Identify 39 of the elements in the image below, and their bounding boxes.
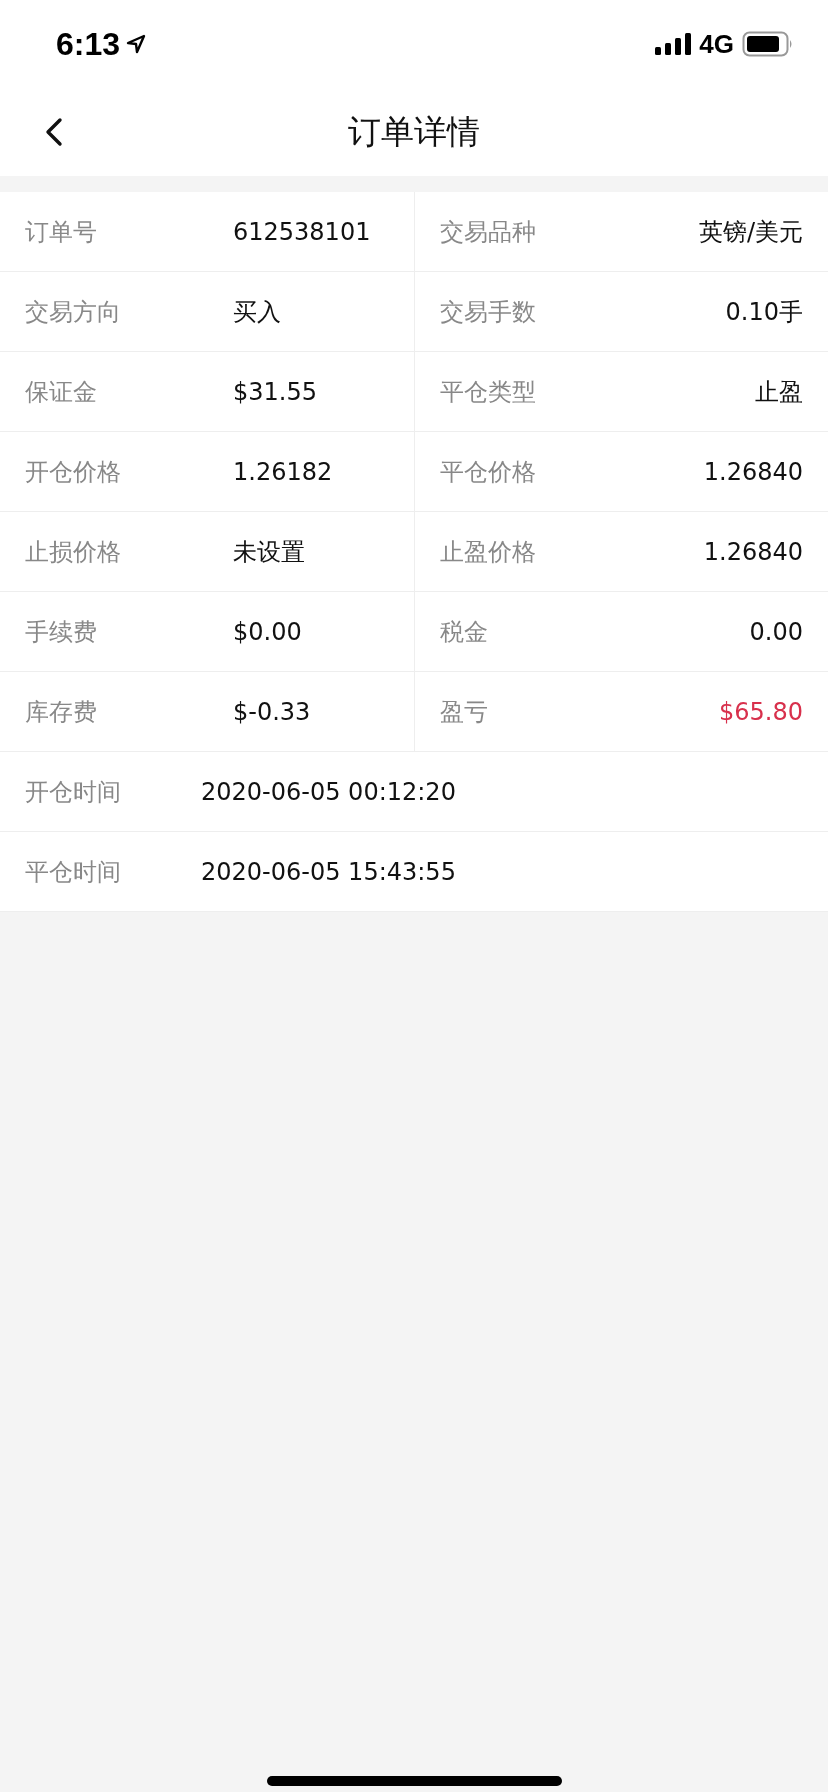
field-value: 0.00 [749,617,803,646]
field-value: $65.80 [719,697,803,726]
field-value: 止盈 [755,376,803,408]
field-value: 2020-06-05 00:12:20 [201,777,456,806]
location-arrow-icon [126,34,147,54]
field-label: 库存费 [25,696,98,728]
status-time: 6:13 [56,25,121,63]
field-label: 开仓价格 [25,456,122,488]
field-value: 英镑/美元 [698,216,803,248]
field-label: 保证金 [25,376,98,408]
field-value: $31.55 [233,377,317,406]
signal-icon [655,33,692,55]
field-label: 交易品种 [439,216,537,248]
field-value: 0.10手 [725,296,803,328]
field-label: 止盈价格 [439,536,537,568]
field-value: $-0.33 [233,697,311,726]
field-label: 开仓时间 [25,776,122,808]
field-label: 平仓时间 [25,856,122,888]
field-label: 平仓价格 [439,456,537,488]
network-label: 4G [699,28,734,60]
back-icon[interactable] [44,117,64,147]
field-label: 平仓类型 [439,376,537,408]
field-value: 买入 [233,296,281,328]
page-title: 订单详情 [348,110,480,153]
field-label: 税金 [439,616,489,648]
field-value: 1.26182 [233,457,333,486]
field-value: 612538101 [233,217,371,246]
field-value: 1.26840 [703,537,803,566]
battery-icon [742,31,794,57]
field-value: 2020-06-05 15:43:55 [201,857,456,886]
field-label: 交易方向 [25,296,122,328]
field-value: 1.26840 [703,457,803,486]
field-value: 未设置 [233,536,305,568]
field-label: 盈亏 [439,696,489,728]
field-label: 手续费 [25,616,98,648]
field-value: $0.00 [233,617,302,646]
field-label: 订单号 [25,216,98,248]
field-label: 交易手数 [439,296,537,328]
field-label: 止损价格 [25,536,122,568]
